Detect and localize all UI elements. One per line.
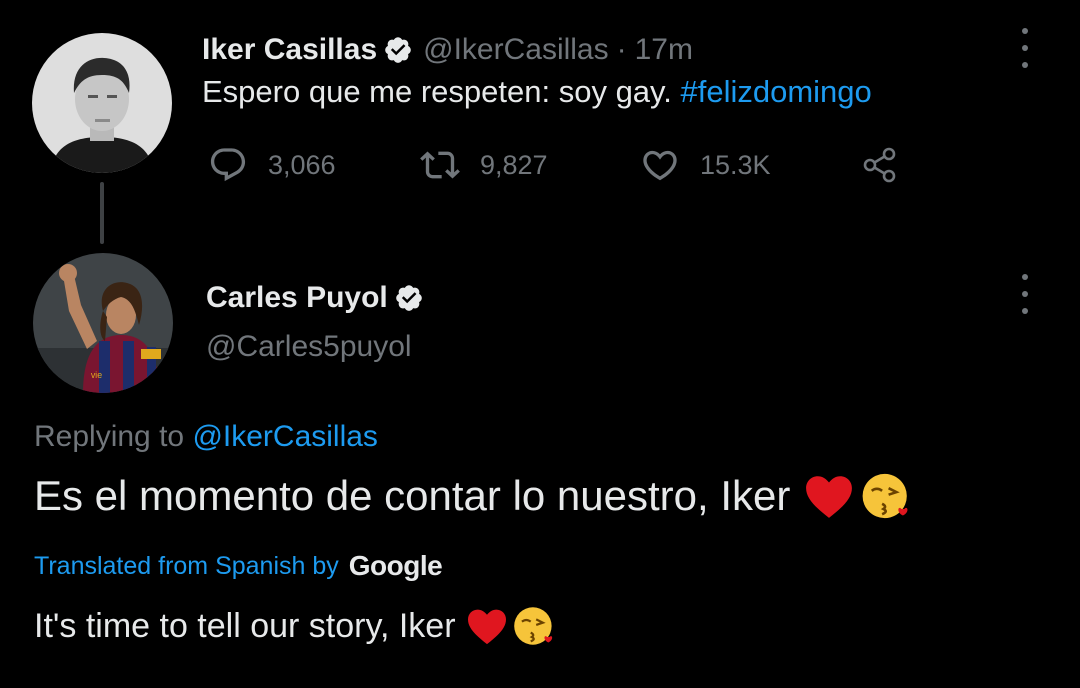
reply-text: Es el momento de contar lo nuestro, Iker xyxy=(34,470,912,522)
more-vertical-icon[interactable] xyxy=(1013,274,1037,314)
translated-text-body: It's time to tell our story, Iker xyxy=(34,606,456,645)
reply-count: 3,066 xyxy=(268,149,336,180)
reply-icon xyxy=(208,145,248,185)
verified-badge-icon xyxy=(383,35,413,65)
reply-header: Carles Puyol xyxy=(206,276,434,320)
replying-to-mention[interactable]: @IkerCasillas xyxy=(192,420,378,453)
replying-prefix: Replying to xyxy=(34,420,193,453)
author-handle[interactable]: @IkerCasillas xyxy=(423,33,609,67)
share-icon xyxy=(860,145,900,185)
face-blowing-kiss-icon xyxy=(860,470,912,522)
tweet-text-body: Espero que me respeten: soy gay. xyxy=(202,74,681,109)
timestamp[interactable]: 17m xyxy=(635,33,693,67)
tweet-header: Iker Casillas @IkerCasillas · 17m xyxy=(202,28,693,72)
face-blowing-kiss-icon xyxy=(512,604,556,648)
red-heart-icon xyxy=(804,473,854,519)
retweet-button[interactable]: 9,827 xyxy=(420,142,548,188)
reply-button[interactable]: 3,066 xyxy=(208,142,336,188)
jersey-logo-icon: ᵥᵢₑ xyxy=(90,365,102,380)
avatar-carles-puyol[interactable]: ᵥᵢₑ xyxy=(33,253,173,393)
red-heart-icon xyxy=(466,607,508,645)
verified-badge-icon xyxy=(394,283,424,313)
like-button[interactable]: 15.3K xyxy=(640,142,771,188)
reply-text-body: Es el momento de contar lo nuestro, Iker xyxy=(34,472,791,519)
more-vertical-icon[interactable] xyxy=(1013,28,1037,68)
thread-connector-line xyxy=(100,182,104,244)
translation-attribution: Translated from Spanish by Google xyxy=(34,550,443,582)
hashtag-link[interactable]: #felizdomingo xyxy=(680,74,871,109)
reply-author-name[interactable]: Carles Puyol xyxy=(206,281,388,315)
like-count: 15.3K xyxy=(700,149,771,180)
translated-text: It's time to tell our story, Iker xyxy=(34,604,556,648)
share-button[interactable] xyxy=(860,142,900,188)
translated-label: Translated from Spanish by xyxy=(34,551,339,580)
heart-icon xyxy=(640,145,680,185)
author-name[interactable]: Iker Casillas xyxy=(202,33,377,67)
avatar-iker-casillas[interactable] xyxy=(32,33,172,173)
tweet-text: Espero que me respeten: soy gay. #felizd… xyxy=(202,74,872,110)
replying-to-line: Replying to @IkerCasillas xyxy=(34,420,378,454)
retweet-count: 9,827 xyxy=(480,149,548,180)
reply-author-handle[interactable]: @Carles5puyol xyxy=(206,330,412,364)
separator-dot: · xyxy=(616,33,627,66)
retweet-icon xyxy=(420,145,460,185)
google-logo: Google xyxy=(348,550,443,581)
